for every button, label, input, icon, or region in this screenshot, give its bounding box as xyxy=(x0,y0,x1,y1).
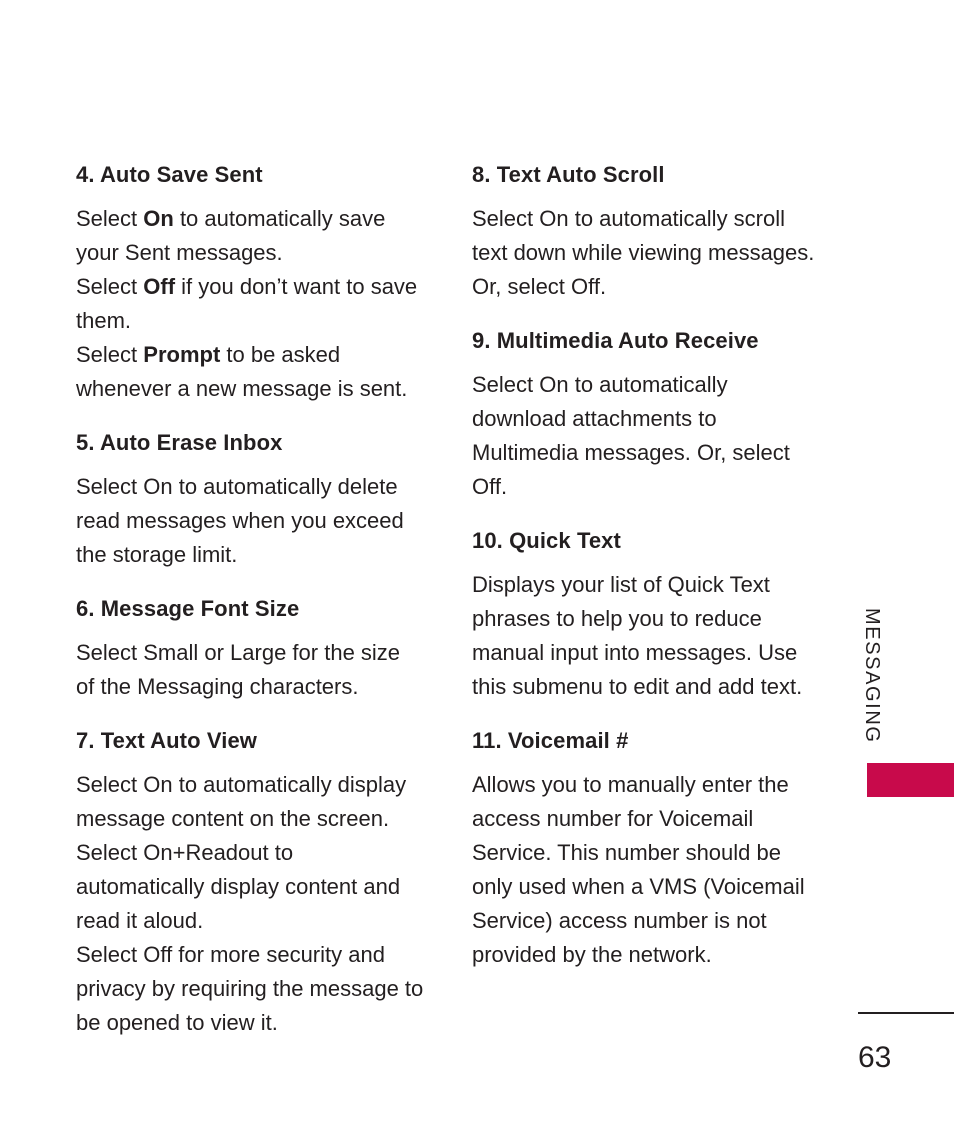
chapter-tab-marker xyxy=(867,763,954,797)
section-text-auto-scroll: 8. Text Auto Scroll Select On to automat… xyxy=(472,160,820,304)
page-number: 63 xyxy=(858,1041,892,1074)
section-body: Allows you to manually enter the access … xyxy=(472,772,805,967)
section-auto-save-sent: 4. Auto Save Sent Select On to automatic… xyxy=(76,160,424,406)
section-body: Select On to automatically download atta… xyxy=(472,372,790,499)
chapter-label: MESSAGING xyxy=(861,608,883,744)
footer-divider xyxy=(858,1012,954,1014)
text-column-left: 4. Auto Save Sent Select On to automatic… xyxy=(76,160,424,1040)
section-heading: 9. Multimedia Auto Receive xyxy=(472,328,759,353)
section-text-auto-view: 7. Text Auto View Select On to automatic… xyxy=(76,726,424,1040)
section-heading: 10. Quick Text xyxy=(472,528,621,553)
section-multimedia-auto-receive: 9. Multimedia Auto Receive Select On to … xyxy=(472,326,820,504)
section-body: Select On to automatically delete read m… xyxy=(76,474,404,567)
text-column-right: 8. Text Auto Scroll Select On to automat… xyxy=(472,160,820,972)
section-heading: 11. Voicemail # xyxy=(472,728,629,753)
section-heading: 7. Text Auto View xyxy=(76,728,257,753)
section-heading: 4. Auto Save Sent xyxy=(76,162,263,187)
section-heading: 5. Auto Erase Inbox xyxy=(76,430,283,455)
section-heading: 8. Text Auto Scroll xyxy=(472,162,665,187)
section-body: Displays your list of Quick Text phrases… xyxy=(472,572,803,699)
manual-page: 4. Auto Save Sent Select On to automatic… xyxy=(0,0,954,1145)
section-auto-erase-inbox: 5. Auto Erase Inbox Select On to automat… xyxy=(76,428,424,572)
section-quick-text: 10. Quick Text Displays your list of Qui… xyxy=(472,526,820,704)
section-message-font-size: 6. Message Font Size Select Small or Lar… xyxy=(76,594,424,704)
section-voicemail-number: 11. Voicemail # Allows you to manually e… xyxy=(472,726,820,972)
section-body: Select On to automatically display messa… xyxy=(76,772,424,1035)
section-body: Select On to automatically save your Sen… xyxy=(76,206,418,401)
section-heading: 6. Message Font Size xyxy=(76,596,300,621)
section-body: Select On to automatically scroll text d… xyxy=(472,206,815,299)
section-body: Select Small or Large for the size of th… xyxy=(76,640,401,699)
